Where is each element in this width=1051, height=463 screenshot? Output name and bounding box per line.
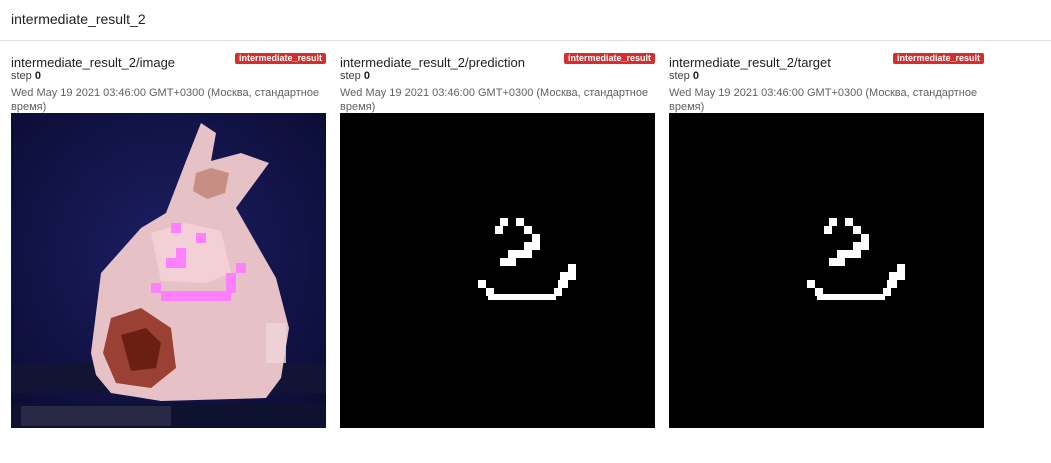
card-title: intermediate_result_2/prediction <box>340 55 525 70</box>
rabbit-photo <box>11 113 326 428</box>
section-header: intermediate_result_2 <box>0 0 1051 41</box>
card-title: intermediate_result_2/image <box>11 55 176 70</box>
run-badge: intermediate_result <box>563 53 655 64</box>
run-badge: intermediate_result <box>892 53 984 64</box>
step-label: step <box>11 70 32 82</box>
step-line: step 0 <box>669 70 699 82</box>
target-mask <box>669 113 984 428</box>
wall-time: Wed May 19 2021 03:46:00 GMT+0300 (Москв… <box>11 87 320 113</box>
prediction-mask <box>340 113 655 428</box>
run-badge: intermediate_result <box>234 53 326 64</box>
target-mask-image[interactable] <box>669 113 984 428</box>
step-line: step 0 <box>11 70 41 82</box>
step-value: 0 <box>363 70 370 82</box>
step-label: step <box>340 70 361 82</box>
input-image[interactable] <box>11 113 326 428</box>
wall-time: Wed May 19 2021 03:46:00 GMT+0300 (Москв… <box>340 87 649 113</box>
step-label: step <box>669 70 690 82</box>
step-value: 0 <box>34 70 41 82</box>
section-title: intermediate_result_2 <box>11 11 146 27</box>
step-value: 0 <box>692 70 699 82</box>
card-title: intermediate_result_2/target <box>669 55 831 70</box>
prediction-mask-image[interactable] <box>340 113 655 428</box>
wall-time: Wed May 19 2021 03:46:00 GMT+0300 (Москв… <box>669 87 978 113</box>
step-line: step 0 <box>340 70 370 82</box>
